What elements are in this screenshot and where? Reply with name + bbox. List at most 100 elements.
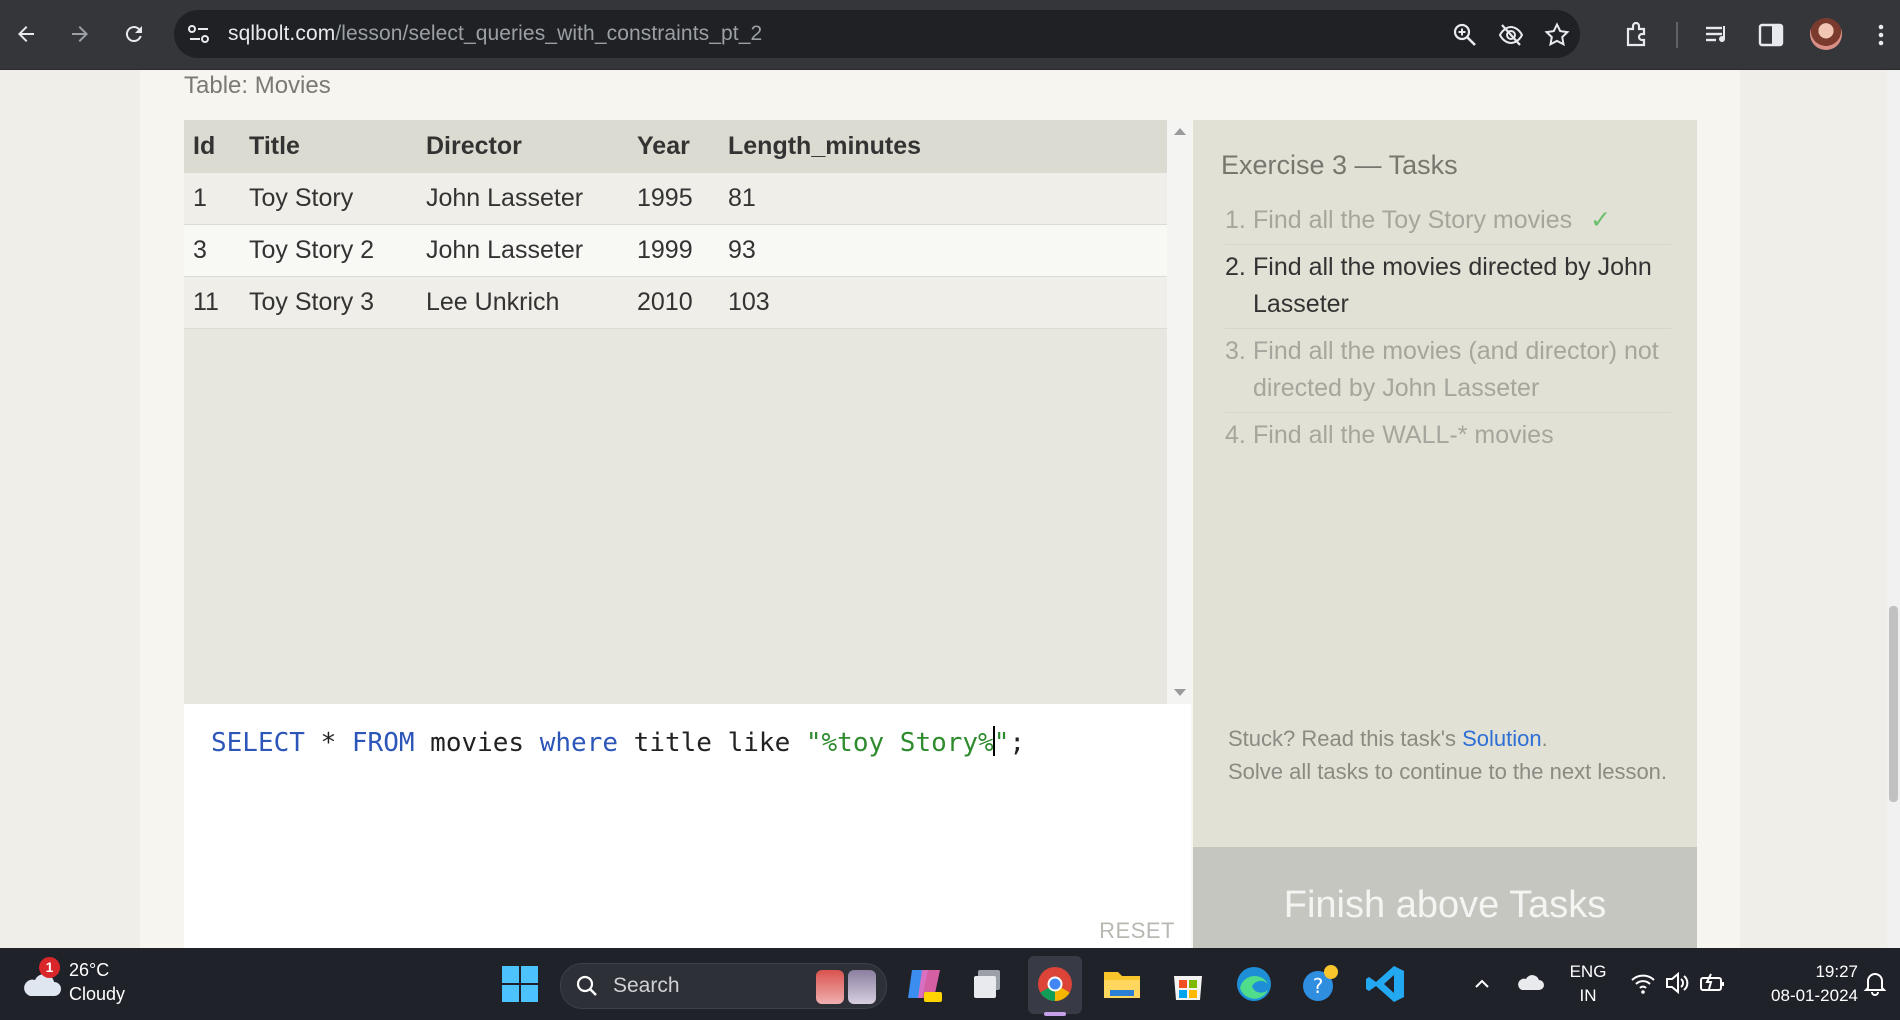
task-item-3: 3. Find all the movies (and director) no… [1225, 329, 1671, 413]
table-row: 1 Toy Story John Lasseter 1995 81 [184, 173, 1167, 225]
side-panel-icon[interactable] [1756, 20, 1786, 50]
back-button[interactable] [6, 14, 46, 54]
cell-director: John Lasseter [417, 173, 628, 225]
clock-time[interactable]: 19:27 [1748, 962, 1858, 982]
url-path: /lesson/select_queries_with_constraints_… [335, 22, 763, 45]
more-menu-icon[interactable] [1866, 20, 1896, 50]
sql-keyword-where: where [539, 728, 619, 758]
url-text[interactable]: sqlbolt.com/lesson/select_queries_with_c… [228, 22, 762, 46]
cell-length: 103 [719, 276, 1167, 329]
task-number: 2. [1225, 253, 1246, 281]
browser-toolbar: sqlbolt.com/lesson/select_queries_with_c… [0, 0, 1900, 70]
clock-date[interactable]: 08-01-2024 [1748, 986, 1858, 1006]
address-bar[interactable]: sqlbolt.com/lesson/select_queries_with_c… [174, 10, 1580, 58]
cell-title: Toy Story [240, 173, 417, 225]
cell-length: 93 [719, 224, 1167, 277]
cell-director: Lee Unkrich [417, 276, 628, 329]
eye-off-icon[interactable] [1498, 22, 1524, 48]
cell-id: 11 [184, 276, 240, 329]
task-item-4: 4. Find all the WALL-* movies [1225, 413, 1671, 459]
wifi-icon[interactable] [1630, 970, 1656, 996]
arrow-left-icon [18, 26, 34, 42]
extensions-icon[interactable] [1622, 20, 1652, 50]
media-controls-icon[interactable] [1702, 20, 1732, 50]
zoom-icon[interactable] [1452, 22, 1478, 48]
notification-bell-icon[interactable] [1862, 970, 1888, 996]
column-header-length: Length_minutes [719, 120, 1167, 173]
finish-tasks-button[interactable]: Finish above Tasks [1193, 847, 1697, 948]
edge-icon[interactable] [1232, 962, 1276, 1006]
task-number: 4. [1225, 421, 1246, 449]
search-highlight-image [816, 970, 844, 1004]
cell-title: Toy Story 3 [240, 276, 417, 329]
scroll-up-arrow-icon[interactable] [1174, 128, 1186, 135]
sql-terminator: ; [1009, 728, 1026, 758]
cell-title: Toy Story 2 [240, 224, 417, 277]
taskbar-search-label: Search [613, 974, 680, 997]
microsoft-store-icon[interactable] [1166, 962, 1210, 1006]
search-highlight-image [848, 970, 876, 1004]
column-header-title: Title [240, 120, 417, 173]
table-row: 3 Toy Story 2 John Lasseter 1999 93 [184, 224, 1167, 277]
url-host: sqlbolt.com [228, 22, 336, 45]
get-help-icon[interactable]: ? [1298, 962, 1342, 1006]
reload-button[interactable] [114, 14, 154, 54]
language-indicator-bottom[interactable]: IN [1566, 986, 1610, 1006]
chevron-up-icon[interactable] [1472, 974, 1492, 994]
task-number: 1. [1225, 206, 1246, 234]
page-scrollbar[interactable] [1887, 70, 1900, 948]
svg-text:?: ? [1313, 974, 1324, 998]
bookmark-star-icon[interactable] [1544, 22, 1570, 48]
weather-temperature[interactable]: 26°C [69, 960, 109, 981]
task-item-2: 2. Find all the movies directed by John … [1225, 245, 1671, 329]
tasks-panel: Exercise 3 — Tasks 1. Find all the Toy S… [1193, 120, 1697, 948]
reload-icon [125, 26, 142, 43]
sql-string-literal: "%toy Story% [805, 728, 994, 758]
site-settings-icon[interactable] [186, 22, 212, 46]
sql-editor[interactable]: SELECT * FROM movies where title like "%… [184, 704, 1191, 948]
onedrive-cloud-icon[interactable] [1516, 972, 1544, 994]
language-indicator-top[interactable]: ENG [1566, 962, 1610, 982]
page-content: Table: Movies Id Title Director Year Len… [0, 70, 1900, 948]
sql-query-text[interactable]: SELECT * FROM movies where title like "%… [211, 726, 1025, 758]
weather-description[interactable]: Cloudy [69, 984, 125, 1005]
task-text: Find all the movies (and director) not d… [1253, 337, 1659, 402]
toolbar-divider [1676, 22, 1678, 48]
weather-notification-badge: 1 [39, 957, 60, 978]
query-results: Id Title Director Year Length_minutes 1 … [184, 120, 1167, 704]
copilot-icon[interactable] [902, 962, 946, 1006]
battery-charging-icon[interactable] [1698, 970, 1726, 996]
task-view-icon[interactable] [968, 962, 1012, 1006]
cell-id: 1 [184, 173, 240, 225]
sql-string-close-quote: " [993, 728, 1010, 758]
task-text: Find all the movies directed by John Las… [1253, 253, 1652, 318]
checkmark-icon: ✓ [1590, 206, 1612, 234]
sql-condition: title like [618, 728, 806, 758]
table-row: 11 Toy Story 3 Lee Unkrich 2010 103 [184, 276, 1167, 329]
cell-director: John Lasseter [417, 224, 628, 277]
taskbar-search-box[interactable]: Search [560, 963, 887, 1009]
results-table: Id Title Director Year Length_minutes 1 … [184, 120, 1167, 329]
scroll-down-arrow-icon[interactable] [1174, 689, 1186, 696]
running-app-indicator [1044, 1012, 1066, 1016]
cell-year: 1995 [628, 173, 719, 225]
windows-taskbar: 1 26°C Cloudy Search ? ENG IN 19:27 08-0… [0, 948, 1900, 1020]
sql-keyword-from: FROM [351, 728, 415, 758]
table-header-row: Id Title Director Year Length_minutes [184, 120, 1167, 173]
stuck-period: . [1541, 726, 1548, 751]
search-icon [576, 975, 597, 996]
windows-start-icon[interactable] [498, 962, 542, 1006]
profile-avatar[interactable] [1810, 18, 1842, 50]
solution-link[interactable]: Solution [1462, 726, 1542, 751]
results-scrollbar[interactable] [1167, 120, 1191, 704]
chrome-icon[interactable] [1033, 962, 1077, 1006]
stuck-continue-text: Solve all tasks to continue to the next … [1228, 759, 1668, 784]
reset-button[interactable]: RESET [1099, 918, 1175, 944]
page-scrollbar-thumb[interactable] [1889, 606, 1898, 802]
column-header-year: Year [628, 120, 719, 173]
column-header-director: Director [417, 120, 628, 173]
forward-button[interactable] [60, 14, 100, 54]
volume-icon[interactable] [1664, 970, 1690, 996]
file-explorer-icon[interactable] [1100, 962, 1144, 1006]
vscode-icon[interactable] [1364, 962, 1408, 1006]
